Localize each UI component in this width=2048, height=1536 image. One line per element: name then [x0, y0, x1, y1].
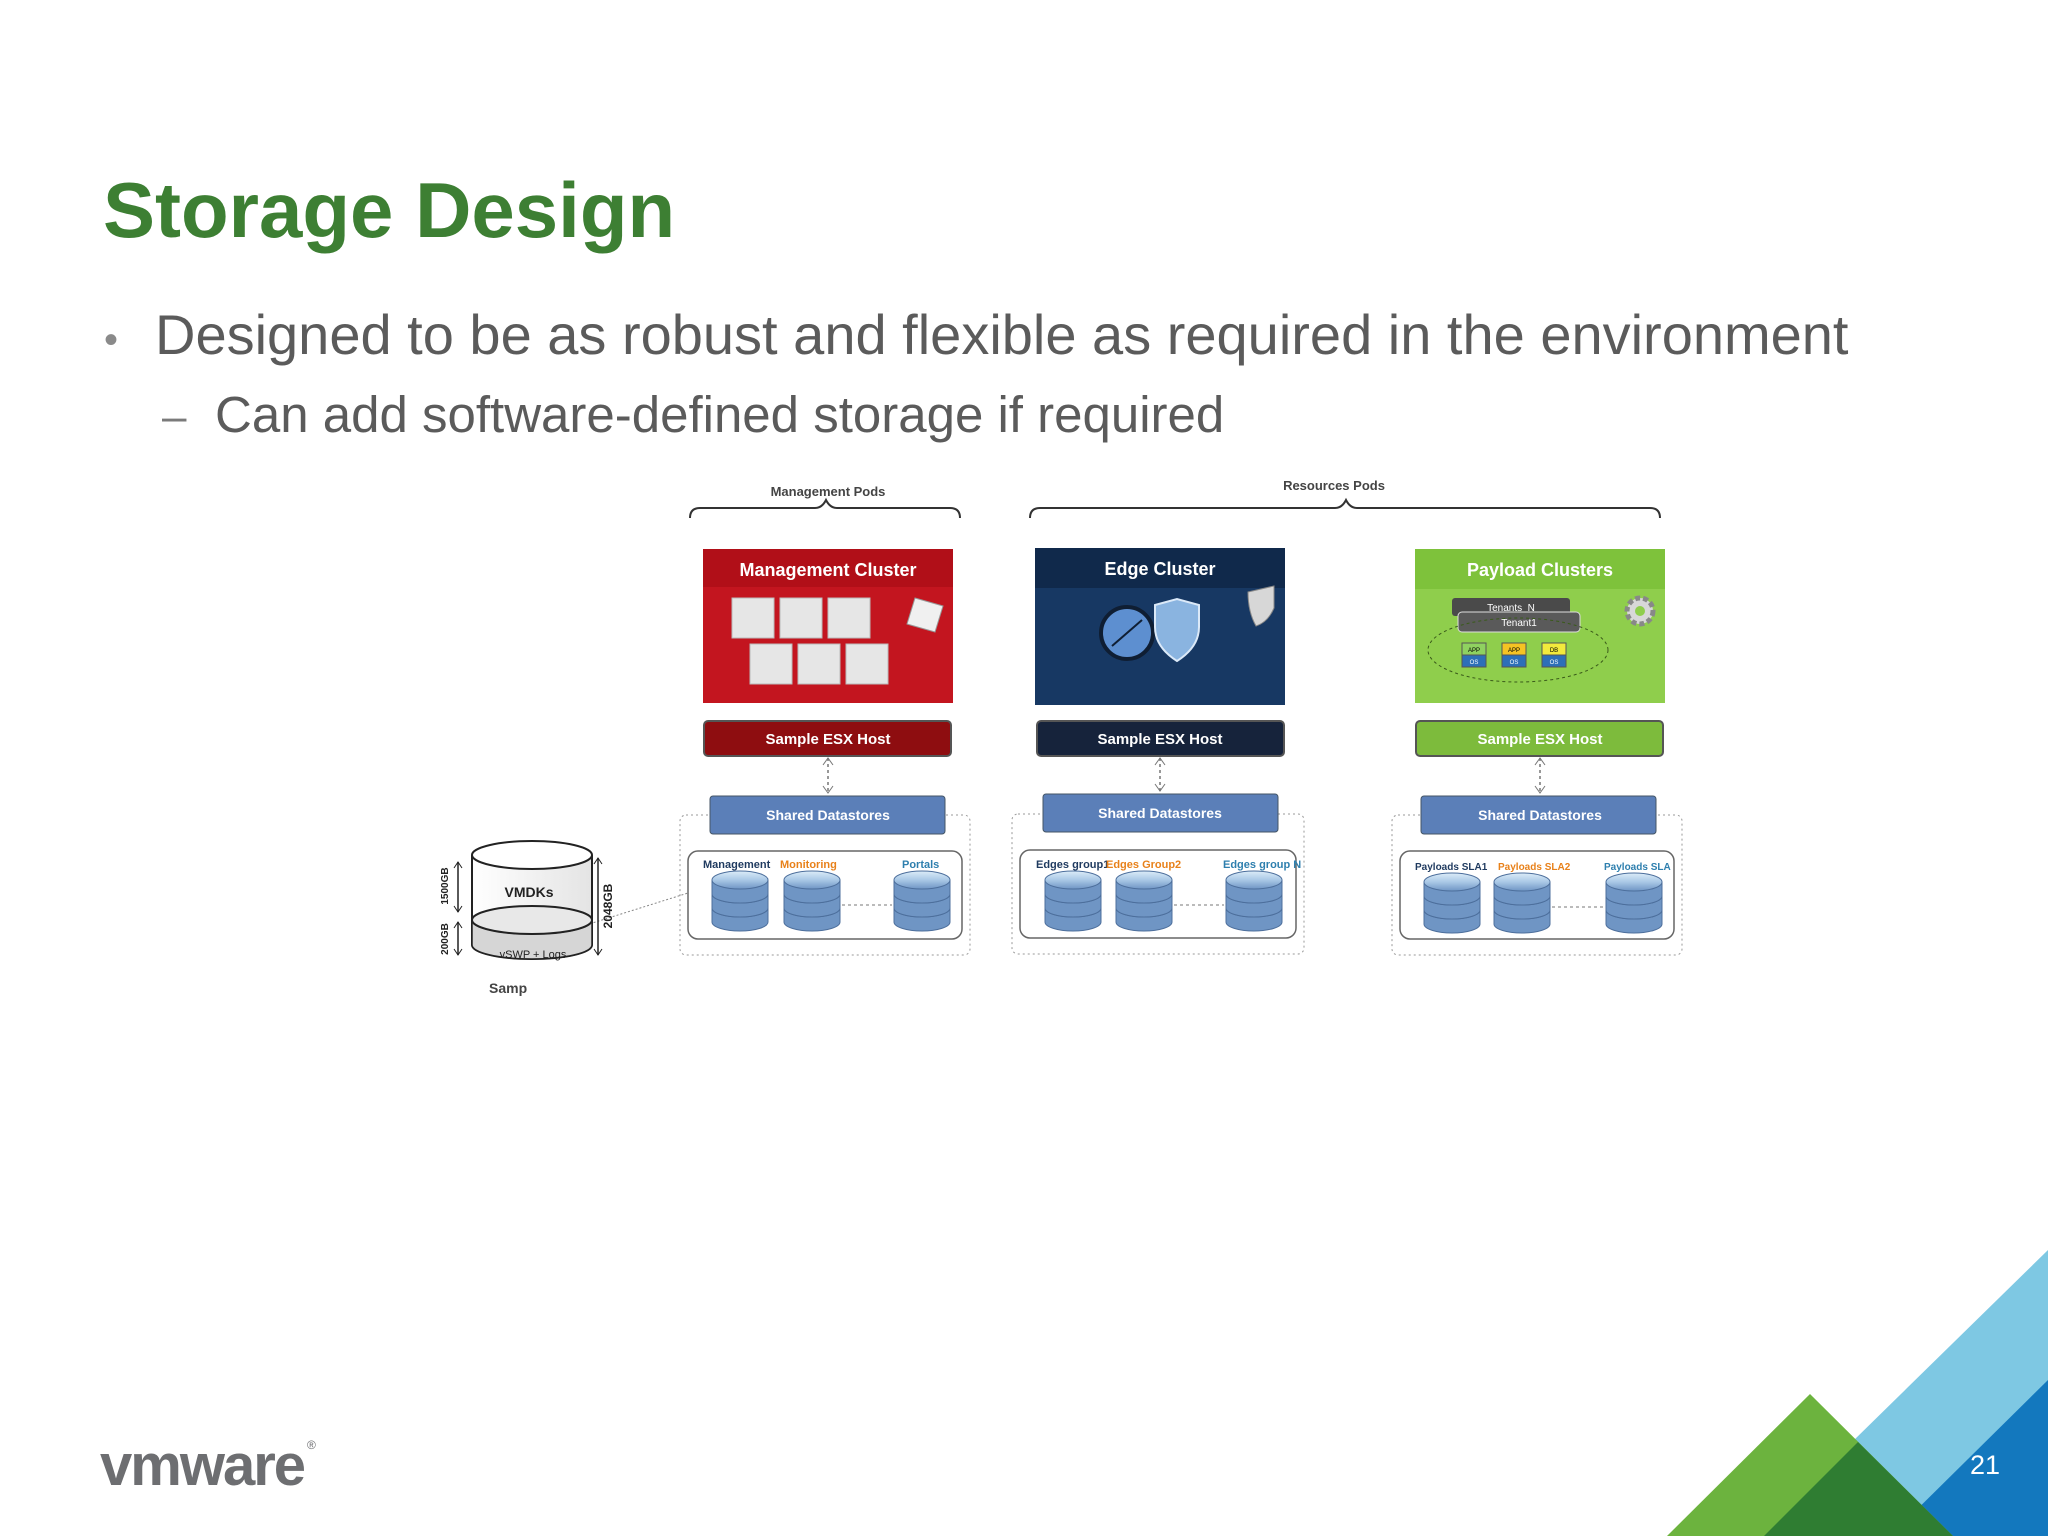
- management-pods-label: Management Pods: [771, 484, 886, 499]
- edge-cluster: Edge Cluster: [1035, 548, 1285, 705]
- svg-text:APP: APP: [1468, 648, 1480, 654]
- gear-icon: [1624, 595, 1656, 627]
- datastore-disk-icon: [1225, 870, 1283, 932]
- resources-pods-brace: Resources Pods: [1029, 478, 1661, 519]
- svg-text:OS: OS: [1550, 660, 1559, 666]
- datastore-label-edges-group2: Edges Group2: [1106, 859, 1181, 871]
- vswp-logs-label: vSWP + Logs: [500, 949, 567, 961]
- db-vm: DB OS: [1541, 642, 1567, 668]
- datastore-disk-icon: [893, 870, 951, 932]
- edge-cluster-title: Edge Cluster: [1104, 559, 1215, 579]
- datastore-disk-icon: [1044, 870, 1102, 932]
- datastore-label-edges-group-n: Edges group N: [1223, 859, 1301, 871]
- svg-text:Shared Datastores: Shared Datastores: [1098, 805, 1222, 821]
- datastore-disk-icon: [1423, 872, 1481, 934]
- management-cluster: Management Cluster: [703, 549, 953, 703]
- storage-design-diagram: Management Pods Resources Pods Managemen…: [440, 478, 2048, 1536]
- datastore-label-payloads-sla1: Payloads SLA1: [1415, 862, 1488, 873]
- datastore-label-payloads-sla: Payloads SLA: [1604, 862, 1671, 873]
- datastore-disk-icon: [783, 870, 841, 932]
- svg-text:OS: OS: [1510, 660, 1519, 666]
- datastore-label-monitoring: Monitoring: [780, 859, 837, 871]
- svg-text:OS: OS: [1470, 660, 1479, 666]
- datastore-label-portals: Portals: [902, 859, 939, 871]
- resources-pods-label: Resources Pods: [1283, 478, 1385, 493]
- management-host-label: Sample ESX Host: [765, 731, 890, 748]
- vmware-logo: vmware ®: [100, 1433, 316, 1498]
- datastore-disk-icon: [711, 870, 769, 932]
- svg-text:Shared Datastores: Shared Datastores: [766, 807, 890, 823]
- management-cluster-title: Management Cluster: [739, 560, 916, 580]
- cylinder-caption: Samp: [489, 980, 527, 996]
- datastore-label-edges-group1: Edges group1: [1036, 859, 1109, 871]
- page-number: 21: [1970, 1450, 2001, 1480]
- management-pods-brace: Management Pods: [689, 484, 961, 519]
- svg-text:Tenant1: Tenant1: [1501, 618, 1537, 629]
- datastore-disk-icon: [1115, 870, 1173, 932]
- network-globe-icon: [1099, 605, 1155, 661]
- edge-host-label: Sample ESX Host: [1097, 731, 1222, 748]
- app-vm-1: APP OS: [1461, 642, 1487, 668]
- svg-text:Shared Datastores: Shared Datastores: [1478, 807, 1602, 823]
- svg-text:APP: APP: [1508, 648, 1520, 654]
- vmdks-label: VMDKs: [504, 884, 553, 900]
- payload-clusters: Payload Clusters Tenants_N Tenant1 APP O…: [1415, 549, 1665, 703]
- datastore-disk-icon: [1493, 872, 1551, 934]
- corner-triangles: [1667, 1250, 2048, 1536]
- svg-text:DB: DB: [1550, 648, 1558, 654]
- dim-2048gb: 2048GB: [601, 883, 615, 928]
- app-vm-2: APP OS: [1501, 642, 1527, 668]
- payload-cluster-title: Payload Clusters: [1467, 560, 1613, 580]
- dim-1500gb: 1500GB: [440, 867, 451, 904]
- datastore-label-payloads-sla2: Payloads SLA2: [1498, 862, 1571, 873]
- payload-host-label: Sample ESX Host: [1477, 731, 1602, 748]
- datastore-disk-icon: [1605, 872, 1663, 934]
- datastore-label-management: Management: [703, 859, 771, 871]
- sample-storage-cylinder: VMDKs vSWP + Logs 1500GB 200GB 2048GB Sa…: [440, 840, 689, 996]
- dim-200gb: 200GB: [440, 923, 451, 955]
